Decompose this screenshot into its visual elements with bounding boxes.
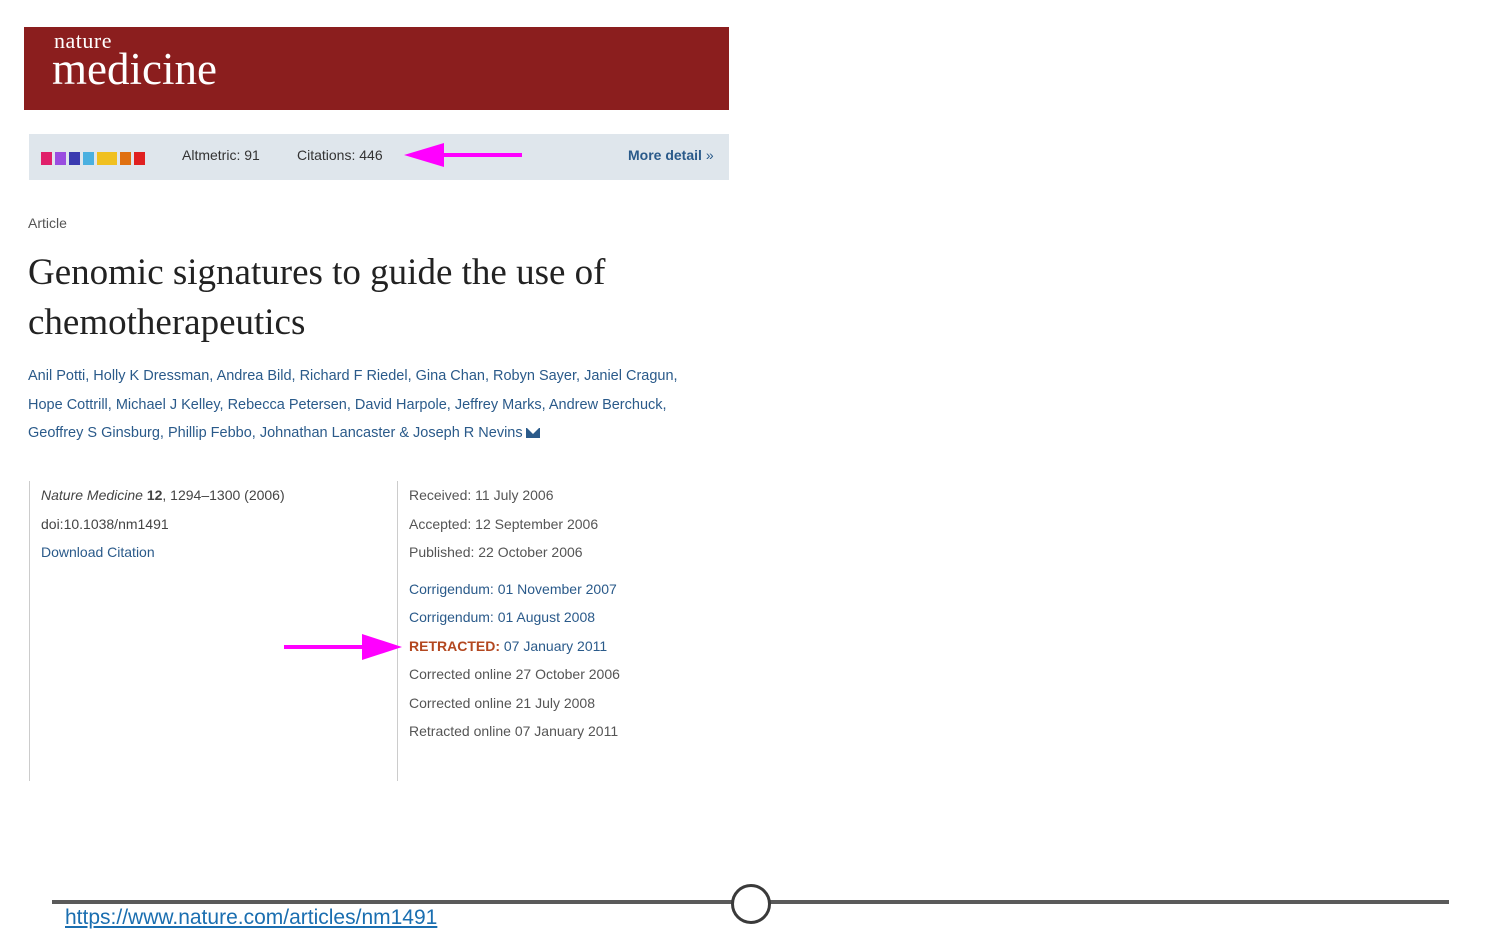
corrected-online: Corrected online 27 October 2006 [409,666,620,682]
author-line[interactable]: Hope Cottrill, Michael J Kelley, Rebecca… [28,391,738,420]
metrics-bar: Altmetric: 91 Citations: 446 More detail… [29,134,729,180]
citation-info: Nature Medicine 12, 1294–1300 (2006) doi… [41,481,285,567]
journal-citation: Nature Medicine 12, 1294–1300 (2006) [41,481,285,510]
corrected-online: Corrected online 21 July 2008 [409,694,596,711]
retracted-label: RETRACTED: [409,637,500,654]
more-detail-label: More detail [628,147,702,163]
altmetric-swatch [55,152,66,165]
journal-header: nature medicine [24,27,729,110]
published-date: Published: 22 October 2006 [409,544,583,560]
author-list: Anil Potti, Holly K Dressman, Andrea Bil… [28,362,738,448]
corrigendum-link[interactable]: Corrigendum: 01 August 2008 [409,603,620,632]
logo-medicine-text: medicine [52,44,217,94]
doi: doi:10.1038/nm1491 [41,515,169,532]
article-title: Genomic signatures to guide the use of c… [28,252,606,343]
retraction-link[interactable]: RETRACTED: 07 January 2011 [409,632,620,661]
divider-left [29,481,30,781]
annotation-arrow-left-icon [404,143,522,167]
email-icon[interactable] [525,428,540,438]
annotation-arrow-right-icon [284,634,402,660]
altmetric-swatch [134,152,145,165]
more-detail-link[interactable]: More detail» [628,147,714,163]
citation-count: Citations: 446 [297,147,383,163]
author-line[interactable]: Anil Potti, Holly K Dressman, Andrea Bil… [28,362,738,391]
circle-icon [731,884,771,924]
corrigendum-link[interactable]: Corrigendum: 01 November 2007 [409,575,620,604]
retracted-online: Retracted online 07 January 2011 [409,723,619,739]
pages-year: , 1294–1300 (2006) [162,487,285,503]
altmetric-score: Altmetric: 91 [182,147,260,163]
journal-name: Nature Medicine [41,487,143,503]
altmetric-swatch [41,152,52,165]
received-date: Received: 11 July 2006 [409,487,554,503]
accepted-date: Accepted: 12 September 2006 [409,515,599,532]
author-line[interactable]: Geoffrey S Ginsburg, Phillip Febbo, John… [28,425,523,441]
source-url-link[interactable]: https://www.nature.com/articles/nm1491 [65,906,437,930]
retracted-date: 07 January 2011 [500,637,608,654]
altmetric-swatch [83,152,94,165]
journal-volume: 12 [146,487,163,503]
altmetric-swatch [97,152,117,165]
altmetric-swatch [120,152,131,165]
chevron-right-icon: » [705,147,714,163]
altmetric-swatch [69,152,80,165]
download-citation-link[interactable]: Download Citation [41,538,285,567]
altmetric-badge[interactable] [41,152,145,165]
article-type: Article [28,215,67,231]
article-history: Received: 11 July 2006 Accepted: 12 Sept… [409,481,620,746]
